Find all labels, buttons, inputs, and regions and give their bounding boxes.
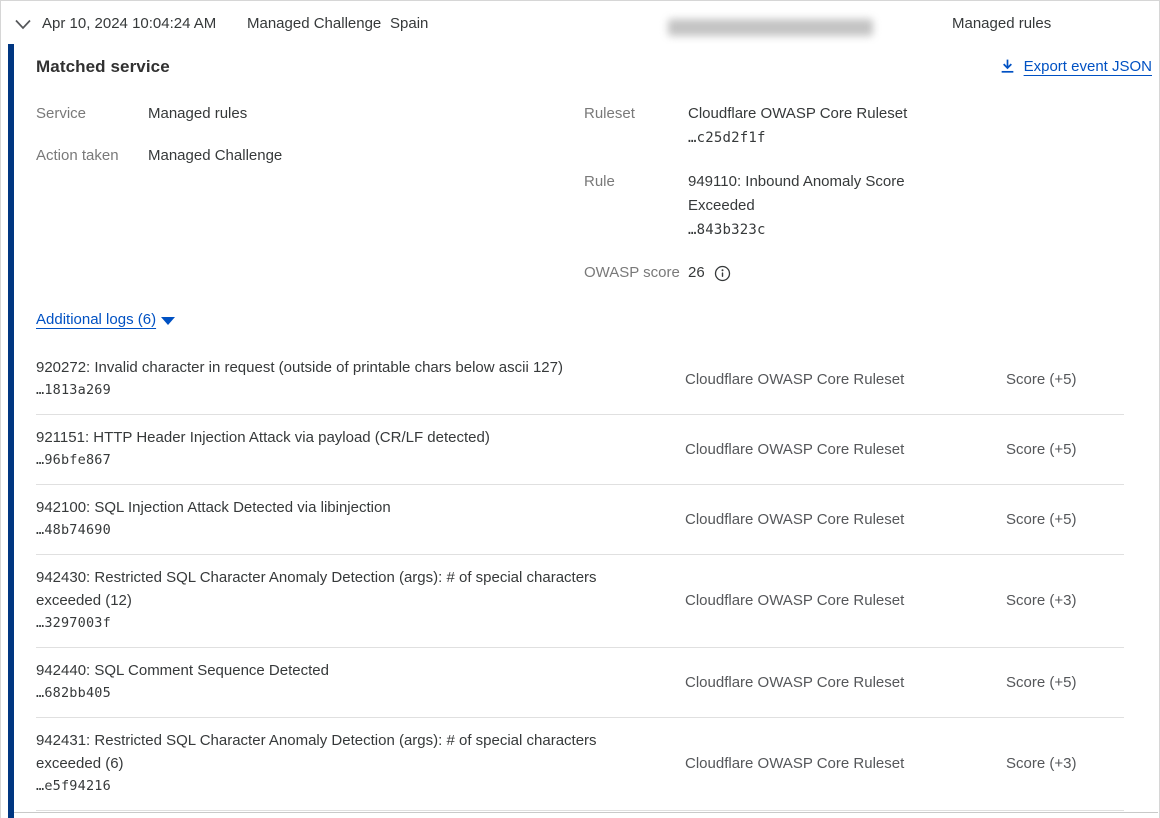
ruleset-hash: …c25d2f1f: [688, 126, 928, 150]
log-ruleset: Cloudflare OWASP Core Ruleset: [685, 371, 1006, 388]
additional-logs-toggle[interactable]: Additional logs (6): [36, 311, 175, 328]
export-event-json-label: Export event JSON: [1024, 58, 1152, 75]
rule-label: Rule: [584, 170, 688, 242]
caret-down-icon: [161, 317, 175, 325]
service-label: Service: [36, 102, 148, 126]
detail-row-owasp-score: OWASP score 26: [584, 261, 928, 285]
matched-service-panel: Matched service Export event JSON Servic…: [8, 44, 1158, 818]
owasp-score-label: OWASP score: [584, 261, 688, 285]
ruleset-label: Ruleset: [584, 102, 688, 150]
download-icon: [999, 58, 1016, 75]
log-row: 942430: Restricted SQL Character Anomaly…: [36, 555, 1124, 648]
log-row: 920272: Invalid character in request (ou…: [36, 345, 1124, 415]
panel-bottom-divider: [14, 812, 1158, 813]
log-description: 920272: Invalid character in request (ou…: [36, 356, 645, 379]
log-description: 942430: Restricted SQL Character Anomaly…: [36, 566, 645, 612]
details-right-column: Ruleset Cloudflare OWASP Core Ruleset …c…: [584, 102, 928, 285]
log-score: Score (+5): [1006, 511, 1124, 528]
action-taken-value: Managed Challenge: [148, 144, 282, 168]
log-score: Score (+5): [1006, 674, 1124, 691]
log-rule-hash: …1813a269: [36, 379, 645, 402]
event-timestamp: Apr 10, 2024 10:04:24 AM: [42, 14, 216, 34]
service-value: Managed rules: [148, 102, 247, 126]
log-row: 942440: SQL Comment Sequence Detected …6…: [36, 648, 1124, 718]
redacted-host-value: [668, 19, 873, 36]
log-row: 942431: Restricted SQL Character Anomaly…: [36, 718, 1124, 811]
action-taken-label: Action taken: [36, 144, 148, 168]
log-description: 942431: Restricted SQL Character Anomaly…: [36, 729, 645, 775]
additional-logs-table: 920272: Invalid character in request (ou…: [36, 345, 1124, 811]
event-service: Managed rules: [952, 14, 1051, 34]
export-event-json-link[interactable]: Export event JSON: [999, 58, 1152, 75]
log-ruleset: Cloudflare OWASP Core Ruleset: [685, 674, 1006, 691]
log-row: 921151: HTTP Header Injection Attack via…: [36, 415, 1124, 485]
log-ruleset: Cloudflare OWASP Core Ruleset: [685, 441, 1006, 458]
details-left-column: Service Managed rules Action taken Manag…: [36, 102, 282, 186]
log-rule-hash: …96bfe867: [36, 449, 645, 472]
detail-row-service: Service Managed rules: [36, 102, 282, 126]
rule-hash: …843b323c: [688, 218, 928, 242]
chevron-down-icon[interactable]: [14, 18, 32, 31]
log-rule-hash: …48b74690: [36, 519, 645, 542]
log-ruleset: Cloudflare OWASP Core Ruleset: [685, 592, 1006, 609]
event-summary-row[interactable]: Apr 10, 2024 10:04:24 AM Managed Challen…: [1, 1, 1159, 44]
log-ruleset: Cloudflare OWASP Core Ruleset: [685, 511, 1006, 528]
log-row: 942100: SQL Injection Attack Detected vi…: [36, 485, 1124, 555]
log-score: Score (+5): [1006, 371, 1124, 388]
log-score: Score (+3): [1006, 592, 1124, 609]
owasp-score-value: 26: [688, 261, 705, 285]
rule-value: 949110: Inbound Anomaly Score Exceeded: [688, 170, 928, 218]
log-rule-hash: …e5f94216: [36, 775, 645, 798]
detail-row-ruleset: Ruleset Cloudflare OWASP Core Ruleset …c…: [584, 102, 928, 150]
log-rule-hash: …3297003f: [36, 612, 645, 635]
ruleset-value: Cloudflare OWASP Core Ruleset: [688, 102, 928, 126]
event-detail-page: Apr 10, 2024 10:04:24 AM Managed Challen…: [0, 0, 1160, 818]
log-rule-hash: …682bb405: [36, 682, 645, 705]
log-score: Score (+5): [1006, 441, 1124, 458]
detail-row-action-taken: Action taken Managed Challenge: [36, 144, 282, 168]
panel-title: Matched service: [36, 57, 170, 77]
log-description: 942100: SQL Injection Attack Detected vi…: [36, 496, 645, 519]
log-description: 942440: SQL Comment Sequence Detected: [36, 659, 645, 682]
log-description: 921151: HTTP Header Injection Attack via…: [36, 426, 645, 449]
info-icon[interactable]: [714, 265, 731, 282]
event-action: Managed Challenge: [247, 14, 381, 34]
additional-logs-label: Additional logs (6): [36, 311, 156, 328]
detail-row-rule: Rule 949110: Inbound Anomaly Score Excee…: [584, 170, 928, 242]
log-score: Score (+3): [1006, 755, 1124, 772]
log-ruleset: Cloudflare OWASP Core Ruleset: [685, 755, 1006, 772]
event-country: Spain: [390, 14, 428, 34]
